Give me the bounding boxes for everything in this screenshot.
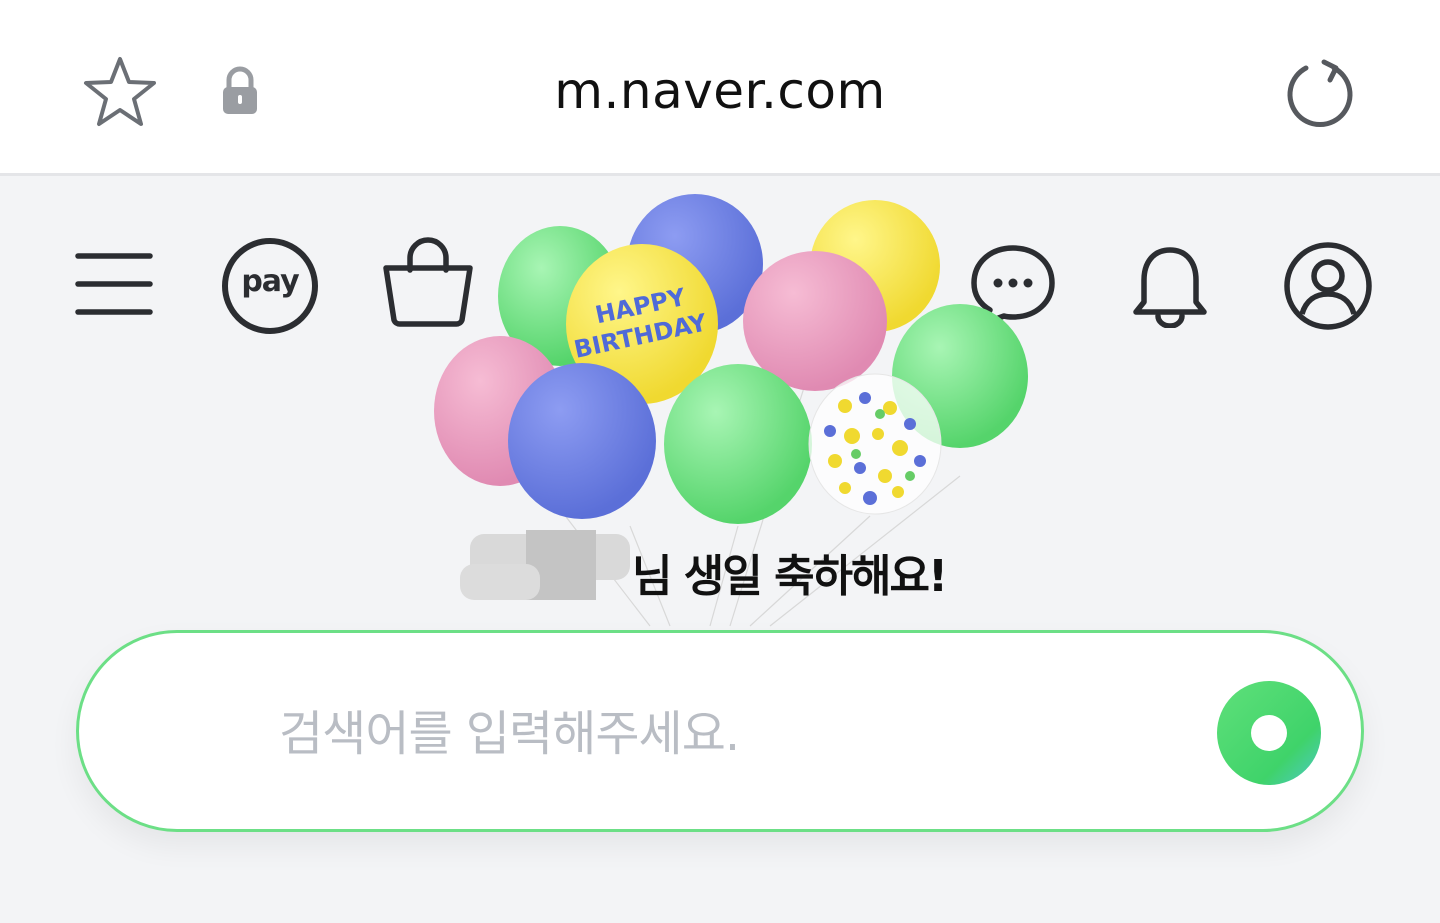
url-text[interactable]: m.naver.com bbox=[0, 62, 1440, 120]
birthday-greeting: 님 생일 축하해요! bbox=[460, 530, 980, 602]
search-input[interactable] bbox=[279, 689, 1179, 779]
confetti-balloon bbox=[808, 373, 942, 515]
reload-icon[interactable] bbox=[1284, 56, 1356, 128]
search-button[interactable] bbox=[1215, 679, 1323, 787]
pay-button[interactable]: pay bbox=[220, 236, 320, 336]
hamburger-menu-icon[interactable] bbox=[74, 250, 154, 320]
pay-label: pay bbox=[241, 264, 299, 299]
user-circle-icon[interactable] bbox=[1282, 240, 1374, 332]
blurred-username bbox=[460, 530, 640, 600]
browser-address-bar: m.naver.com bbox=[0, 0, 1440, 176]
search-icon bbox=[1251, 715, 1287, 751]
greeting-text: 님 생일 축하해요! bbox=[632, 551, 948, 602]
balloon bbox=[508, 363, 656, 519]
bell-icon[interactable] bbox=[1130, 244, 1210, 328]
balloon bbox=[664, 364, 812, 524]
search-box bbox=[76, 630, 1364, 832]
